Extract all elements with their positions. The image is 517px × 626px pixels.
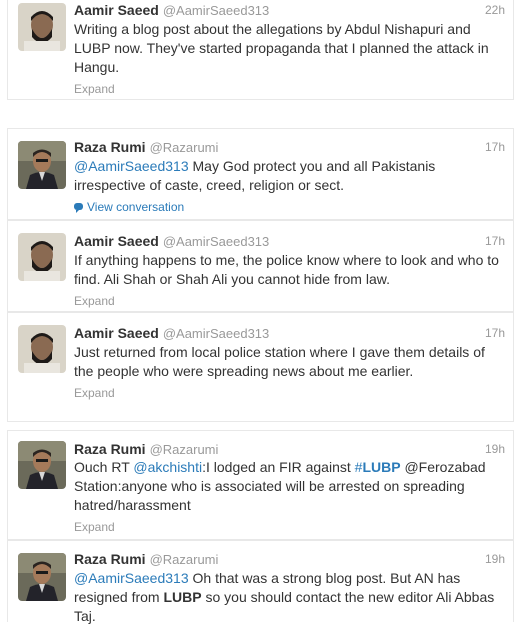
tweet-text: Just returned from local police station …: [74, 344, 485, 379]
avatar[interactable]: [18, 233, 66, 281]
author-handle[interactable]: @Razarumi: [150, 140, 219, 155]
avatar[interactable]: [18, 141, 66, 189]
tweet-header: Aamir Saeed @AamirSaeed313 17h: [74, 323, 505, 343]
tweet-body: Just returned from local police station …: [74, 343, 507, 403]
view-conversation-label: View conversation: [87, 200, 185, 214]
timestamp[interactable]: 17h: [485, 323, 505, 343]
hashtag-text: LUBP: [362, 459, 401, 475]
tweet-item[interactable]: Raza Rumi @Razarumi 19h Ouch RT @akchisht…: [7, 430, 514, 540]
author-name[interactable]: Raza Rumi: [74, 441, 146, 457]
expand-link[interactable]: Expand: [74, 292, 507, 311]
author-name[interactable]: Raza Rumi: [74, 551, 146, 567]
timestamp[interactable]: 19h: [485, 439, 505, 459]
tweet-text: Writing a blog post about the allegation…: [74, 21, 489, 75]
view-conversation-link[interactable]: View conversation: [74, 198, 507, 217]
author-handle[interactable]: @AamirSaeed313: [163, 234, 269, 249]
tweet-header: Raza Rumi @Razarumi 17h: [74, 137, 505, 157]
author-name[interactable]: Raza Rumi: [74, 139, 146, 155]
timestamp[interactable]: 22h: [485, 0, 505, 20]
bold-text: LUBP: [163, 589, 202, 605]
author-name[interactable]: Aamir Saeed: [74, 2, 159, 18]
tweet-item[interactable]: Aamir Saeed @AamirSaeed313 17h Just retur…: [7, 312, 514, 422]
tweet-header: Aamir Saeed @AamirSaeed313 17h: [74, 231, 505, 251]
author-name[interactable]: Aamir Saeed: [74, 233, 159, 249]
tweet-text: If anything happens to me, the police kn…: [74, 252, 499, 287]
conversation-icon: [74, 203, 83, 213]
author-handle[interactable]: @AamirSaeed313: [163, 326, 269, 341]
hashtag-link[interactable]: #LUBP: [355, 459, 401, 475]
tweet-body: @AamirSaeed313 Oh that was a strong blog…: [74, 569, 507, 626]
author-name[interactable]: Aamir Saeed: [74, 325, 159, 341]
mention-link[interactable]: @akchishti: [133, 459, 202, 475]
expand-link[interactable]: Expand: [74, 384, 507, 403]
timestamp[interactable]: 17h: [485, 137, 505, 157]
timestamp[interactable]: 19h: [485, 549, 505, 569]
author-handle[interactable]: @Razarumi: [150, 442, 219, 457]
tweet-text: :I lodged an FIR against: [202, 459, 355, 475]
tweet-item[interactable]: Raza Rumi @Razarumi 17h @AamirSaeed313 Ma…: [7, 128, 514, 220]
expand-link[interactable]: Expand: [74, 518, 507, 537]
tweet-header: Raza Rumi @Razarumi 19h: [74, 439, 505, 459]
tweet-body: @AamirSaeed313 May God protect you and a…: [74, 157, 507, 217]
tweet-item[interactable]: Aamir Saeed @AamirSaeed313 22h Writing a …: [7, 0, 514, 100]
tweet-text: Ouch RT: [74, 459, 134, 475]
tweet-header: Aamir Saeed @AamirSaeed313 22h: [74, 0, 505, 20]
tweet-header: Raza Rumi @Razarumi 19h: [74, 549, 505, 569]
tweet-body: Writing a blog post about the allegation…: [74, 20, 507, 99]
tweet-item[interactable]: Aamir Saeed @AamirSaeed313 17h If anythin…: [7, 220, 514, 312]
avatar[interactable]: [18, 553, 66, 601]
mention-link[interactable]: @AamirSaeed313: [74, 158, 189, 174]
avatar[interactable]: [18, 441, 66, 489]
author-handle[interactable]: @Razarumi: [150, 552, 219, 567]
avatar[interactable]: [18, 3, 66, 51]
author-handle[interactable]: @AamirSaeed313: [163, 3, 269, 18]
mention-link[interactable]: @AamirSaeed313: [74, 570, 189, 586]
tweet-body: Ouch RT @akchishti:I lodged an FIR again…: [74, 458, 507, 537]
expand-link[interactable]: Expand: [74, 80, 507, 99]
tweet-body: If anything happens to me, the police kn…: [74, 251, 507, 311]
timestamp[interactable]: 17h: [485, 231, 505, 251]
avatar[interactable]: [18, 325, 66, 373]
tweet-item[interactable]: Raza Rumi @Razarumi 19h @AamirSaeed313 Oh…: [7, 540, 514, 624]
